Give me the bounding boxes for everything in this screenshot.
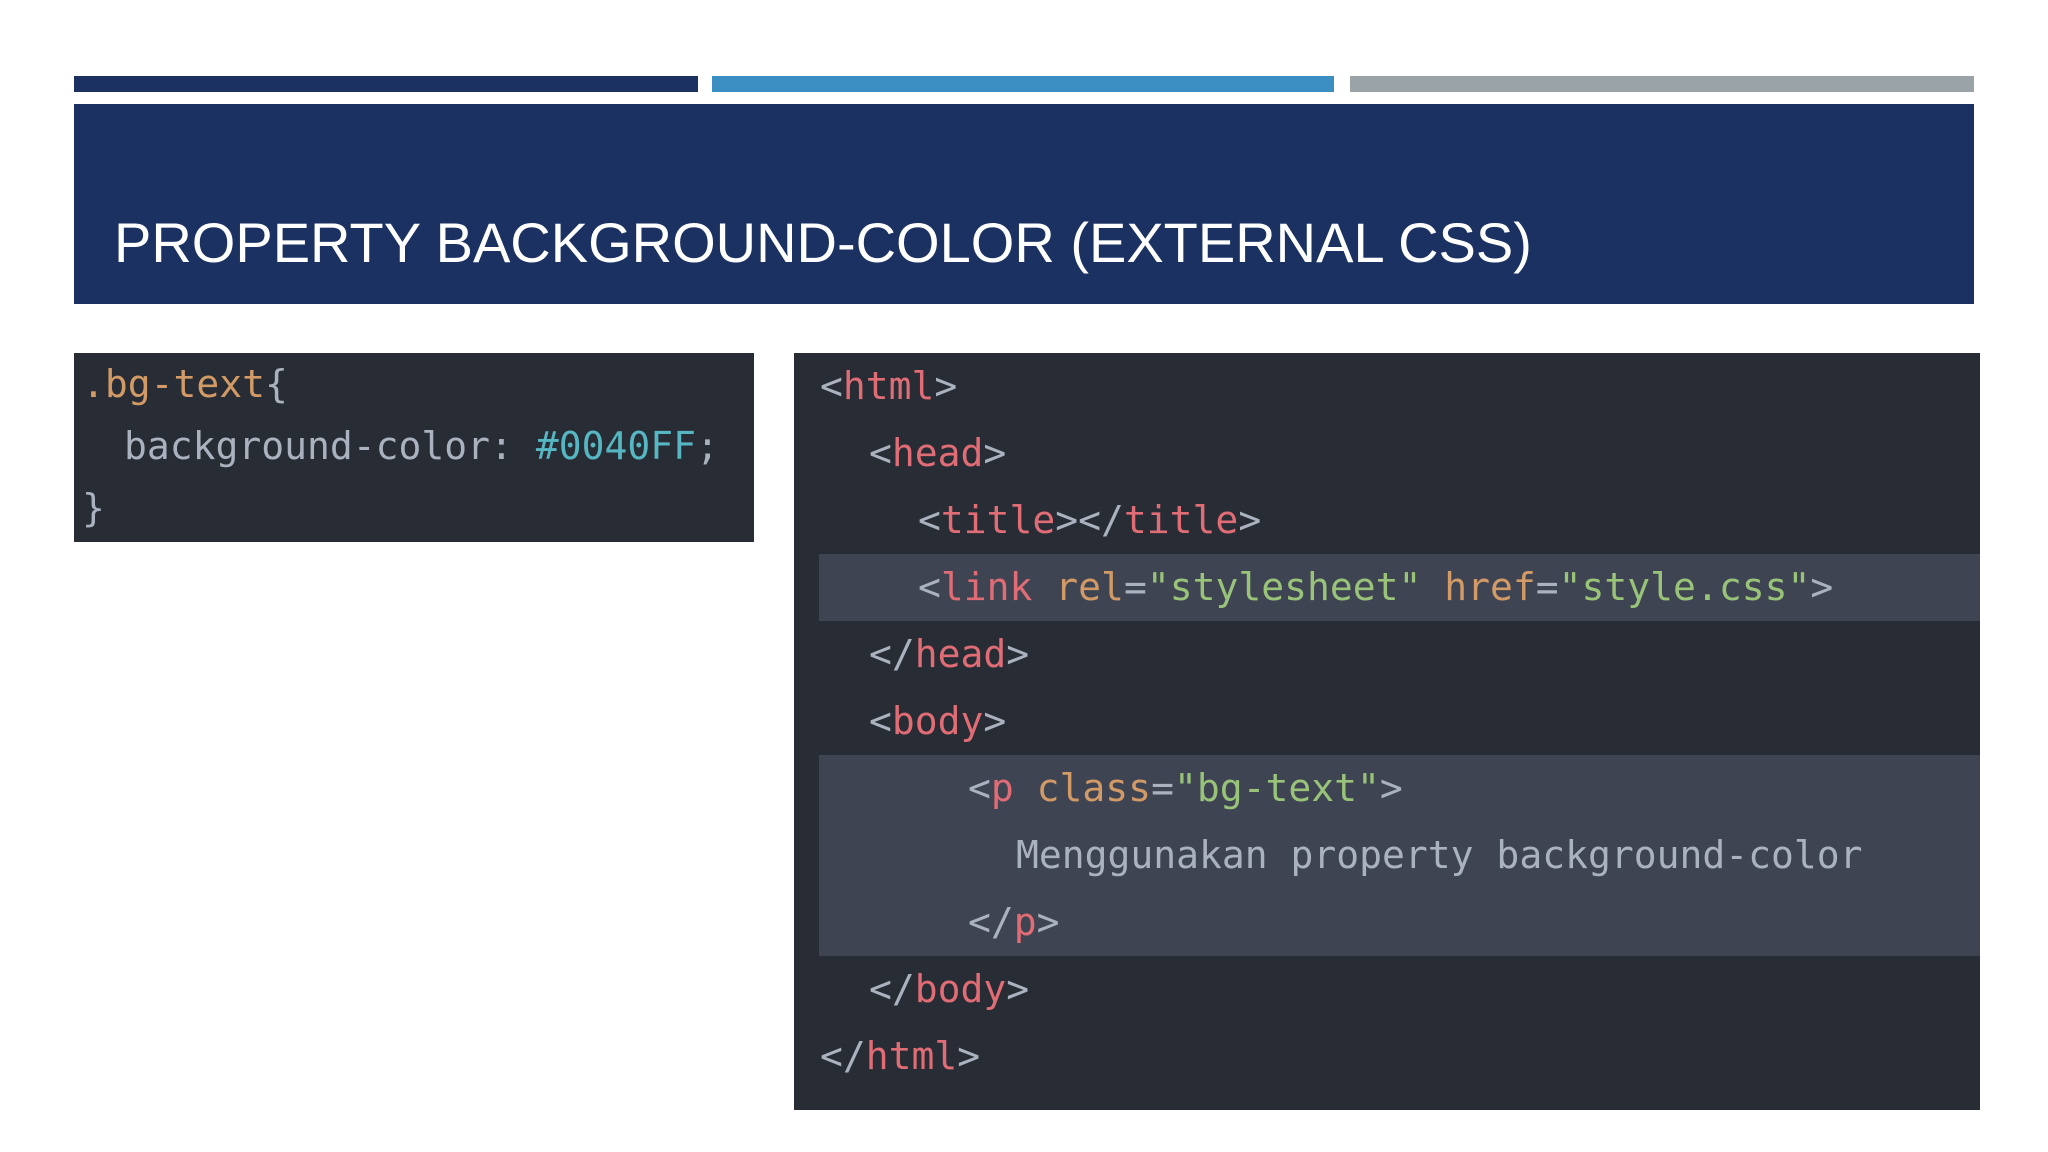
html-line-8: Menggunakan property background-color bbox=[794, 822, 1980, 889]
html-line-2: <head> bbox=[869, 431, 1007, 475]
accent-bar-blue bbox=[712, 76, 1334, 92]
html-line-10: </body> bbox=[869, 967, 1030, 1011]
html-line-4-highlighted: <link rel="stylesheet" href="style.css"> bbox=[819, 554, 1980, 621]
html-line-5: </head> bbox=[869, 632, 1030, 676]
tag-head-open: head bbox=[891, 431, 984, 475]
css-line-declaration: background-color: #0040FF; bbox=[124, 415, 754, 477]
html-line-9: </p> bbox=[968, 900, 1060, 944]
tag-p-open: p bbox=[990, 766, 1014, 810]
tag-html-open: html bbox=[842, 364, 935, 408]
tag-p-close: p bbox=[1013, 900, 1037, 944]
html-line-6: <body> bbox=[869, 699, 1007, 743]
html-line-7: <p class="bg-text"> bbox=[968, 766, 1403, 810]
html-line-11: </html> bbox=[820, 1034, 981, 1078]
tag-link: link bbox=[940, 565, 1033, 609]
open-brace: { bbox=[265, 362, 288, 406]
attr-rel: rel bbox=[1055, 565, 1124, 609]
tag-body-close: body bbox=[914, 967, 1007, 1011]
tag-title-close: title bbox=[1123, 498, 1239, 542]
accent-bar-gray bbox=[1350, 76, 1974, 92]
css-semicolon: ; bbox=[695, 424, 719, 468]
html-code-panel: <html> <head> <title></title> <link rel=… bbox=[794, 353, 1980, 1110]
title-band: PROPERTY BACKGROUND-COLOR (EXTERNAL CSS) bbox=[74, 104, 1974, 304]
css-value: #0040FF bbox=[535, 424, 696, 468]
css-colon: : bbox=[490, 424, 513, 468]
attr-href: href bbox=[1444, 565, 1536, 609]
html-line-3: <title></title> bbox=[918, 498, 1262, 542]
close-brace: } bbox=[82, 486, 105, 530]
html-line-1: <html> bbox=[820, 364, 958, 408]
tag-body-open: body bbox=[891, 699, 984, 743]
tag-head-close: head bbox=[914, 632, 1007, 676]
tag-html-close: html bbox=[865, 1034, 958, 1078]
slide-title: PROPERTY BACKGROUND-COLOR (EXTERNAL CSS) bbox=[114, 211, 1532, 274]
css-line-close: } bbox=[82, 477, 754, 539]
css-selector: .bg-text bbox=[82, 362, 266, 406]
css-line-selector: .bg-text{ bbox=[82, 353, 754, 415]
tag-title-open: title bbox=[940, 498, 1056, 542]
accent-bar-dark bbox=[74, 76, 698, 92]
value-href: "style.css" bbox=[1558, 565, 1811, 609]
value-class: "bg-text" bbox=[1173, 766, 1380, 810]
attr-class: class bbox=[1036, 766, 1152, 810]
p-text-content: Menggunakan property background-color bbox=[1016, 833, 1863, 877]
css-property: background-color bbox=[124, 424, 491, 468]
value-rel: "stylesheet" bbox=[1146, 565, 1422, 609]
css-code-panel: .bg-text{ background-color: #0040FF; } bbox=[74, 353, 754, 542]
